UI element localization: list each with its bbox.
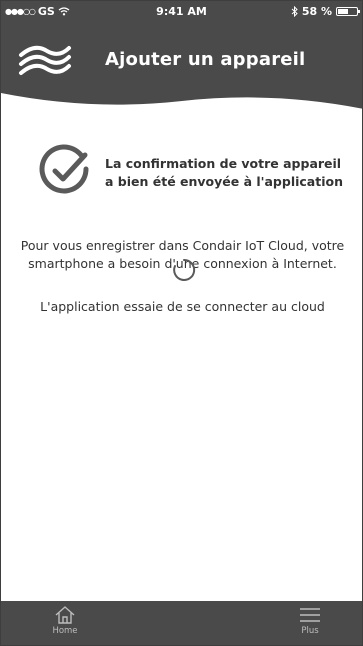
condair-wave-logo-icon bbox=[19, 45, 71, 75]
loading-spinner-icon bbox=[173, 258, 196, 281]
confirmation-line-2: a bien été envoyée à l'application bbox=[105, 174, 343, 189]
menu-icon bbox=[300, 608, 320, 622]
header-bar: Ajouter un appareil bbox=[1, 21, 362, 111]
status-right: 58 % bbox=[291, 5, 360, 18]
header-wave-divider bbox=[1, 93, 362, 111]
tab-bar: Home Plus bbox=[1, 601, 362, 645]
tab-plus-label: Plus bbox=[301, 626, 319, 636]
page-title: Ajouter un appareil bbox=[105, 49, 306, 70]
connecting-status-text: L'application essaie de se connecter au … bbox=[40, 299, 325, 314]
battery-percent: 58 % bbox=[301, 5, 332, 18]
bluetooth-icon bbox=[291, 6, 298, 17]
tab-home[interactable]: Home bbox=[35, 605, 95, 636]
confirmation-message: La confirmation de votre appareil a bien… bbox=[105, 155, 345, 191]
confirmation-line-1: La confirmation de votre appareil bbox=[105, 156, 342, 171]
info-line-1: Pour vous enregistrer dans Condair IoT C… bbox=[20, 238, 345, 253]
battery-icon bbox=[336, 7, 360, 16]
tab-plus[interactable]: Plus bbox=[280, 605, 340, 636]
status-bar: ●●●○○ GS 9:41 AM 58 % bbox=[1, 1, 362, 21]
app-screen: ●●●○○ GS 9:41 AM 58 % Ajouter un apparei… bbox=[0, 0, 363, 646]
tab-home-label: Home bbox=[52, 626, 78, 636]
check-circle-icon bbox=[39, 144, 89, 194]
confirmation-block: La confirmation de votre appareil a bien… bbox=[37, 143, 343, 199]
home-icon bbox=[55, 606, 75, 624]
